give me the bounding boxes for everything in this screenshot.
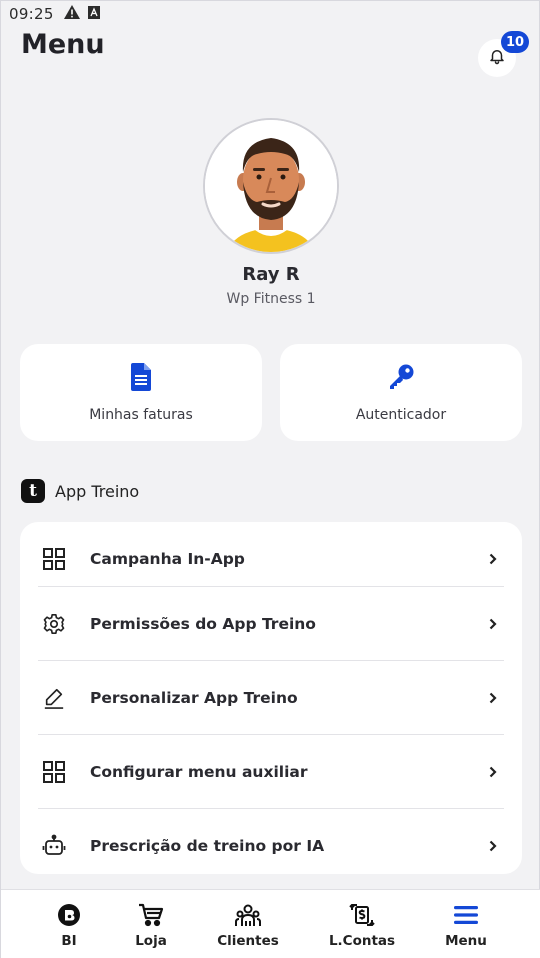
avatar-illustration: [205, 120, 337, 252]
nav-label: Clientes: [217, 932, 279, 949]
cart-icon: [138, 902, 164, 928]
authenticator-label: Autenticador: [355, 406, 447, 423]
chevron-right-icon: [487, 552, 499, 566]
grid-icon: [42, 547, 66, 571]
menu-item-label: Prescrição de treino por IA: [90, 837, 325, 855]
user-gym: Wp Fitness 1: [226, 291, 316, 307]
app-treino-logo: t: [21, 479, 45, 503]
invoices-card[interactable]: Minhas faturas: [20, 344, 262, 441]
page-title: Menu: [21, 29, 105, 60]
gear-icon: [42, 612, 66, 636]
menu-list: Campanha In-App Permissões do App Treino…: [20, 522, 522, 874]
avatar[interactable]: [203, 118, 339, 254]
nav-item-lcontas[interactable]: L.Contas: [312, 890, 412, 958]
chevron-right-icon: [487, 617, 499, 631]
notification-badge: 10: [501, 31, 530, 53]
nav-item-clientes[interactable]: Clientes: [198, 890, 298, 958]
robot-icon: [42, 834, 66, 858]
nav-label: BI: [61, 932, 77, 949]
menu-item-label: Permissões do App Treino: [90, 615, 316, 633]
chevron-right-icon: [487, 765, 499, 779]
bi-icon: [56, 902, 82, 928]
user-name: Ray R: [242, 264, 300, 285]
status-time: 09:25: [9, 5, 54, 23]
menu-item-label: Campanha In-App: [90, 550, 245, 568]
chevron-right-icon: [487, 839, 499, 853]
font-a-icon: [87, 5, 100, 23]
bell-icon: [488, 47, 506, 69]
section-title: App Treino: [55, 481, 140, 501]
nav-label: L.Contas: [328, 932, 396, 949]
menu-item-label: Personalizar App Treino: [90, 689, 298, 707]
grid-icon: [42, 760, 66, 784]
section-header: t App Treino: [21, 479, 139, 503]
warning-icon: [63, 5, 80, 23]
document-icon: [129, 362, 153, 395]
money-transfer-icon: [349, 902, 375, 928]
hamburger-icon: [453, 902, 479, 928]
invoices-label: Minhas faturas: [89, 406, 193, 423]
menu-item-campanha[interactable]: Campanha In-App: [20, 522, 522, 596]
nav-item-menu[interactable]: Menu: [416, 890, 516, 958]
people-icon: [235, 902, 261, 928]
menu-item-personalizar[interactable]: Personalizar App Treino: [20, 661, 522, 735]
menu-item-permissoes[interactable]: Permissões do App Treino: [20, 587, 522, 661]
menu-item-label: Configurar menu auxiliar: [90, 763, 308, 781]
status-bar: 09:25: [1, 1, 540, 27]
nav-item-loja[interactable]: Loja: [101, 890, 201, 958]
bottom-nav: BI Loja Clientes L.Contas Menu: [1, 889, 540, 958]
nav-label: Menu: [445, 932, 487, 949]
menu-item-prescricao[interactable]: Prescrição de treino por IA: [20, 809, 522, 874]
status-icons: [63, 5, 100, 23]
pen-icon: [42, 686, 66, 710]
menu-item-configurar[interactable]: Configurar menu auxiliar: [20, 735, 522, 809]
authenticator-card[interactable]: Autenticador: [280, 344, 522, 441]
nav-label: Loja: [135, 932, 167, 949]
chevron-right-icon: [487, 691, 499, 705]
key-icon: [387, 363, 415, 395]
